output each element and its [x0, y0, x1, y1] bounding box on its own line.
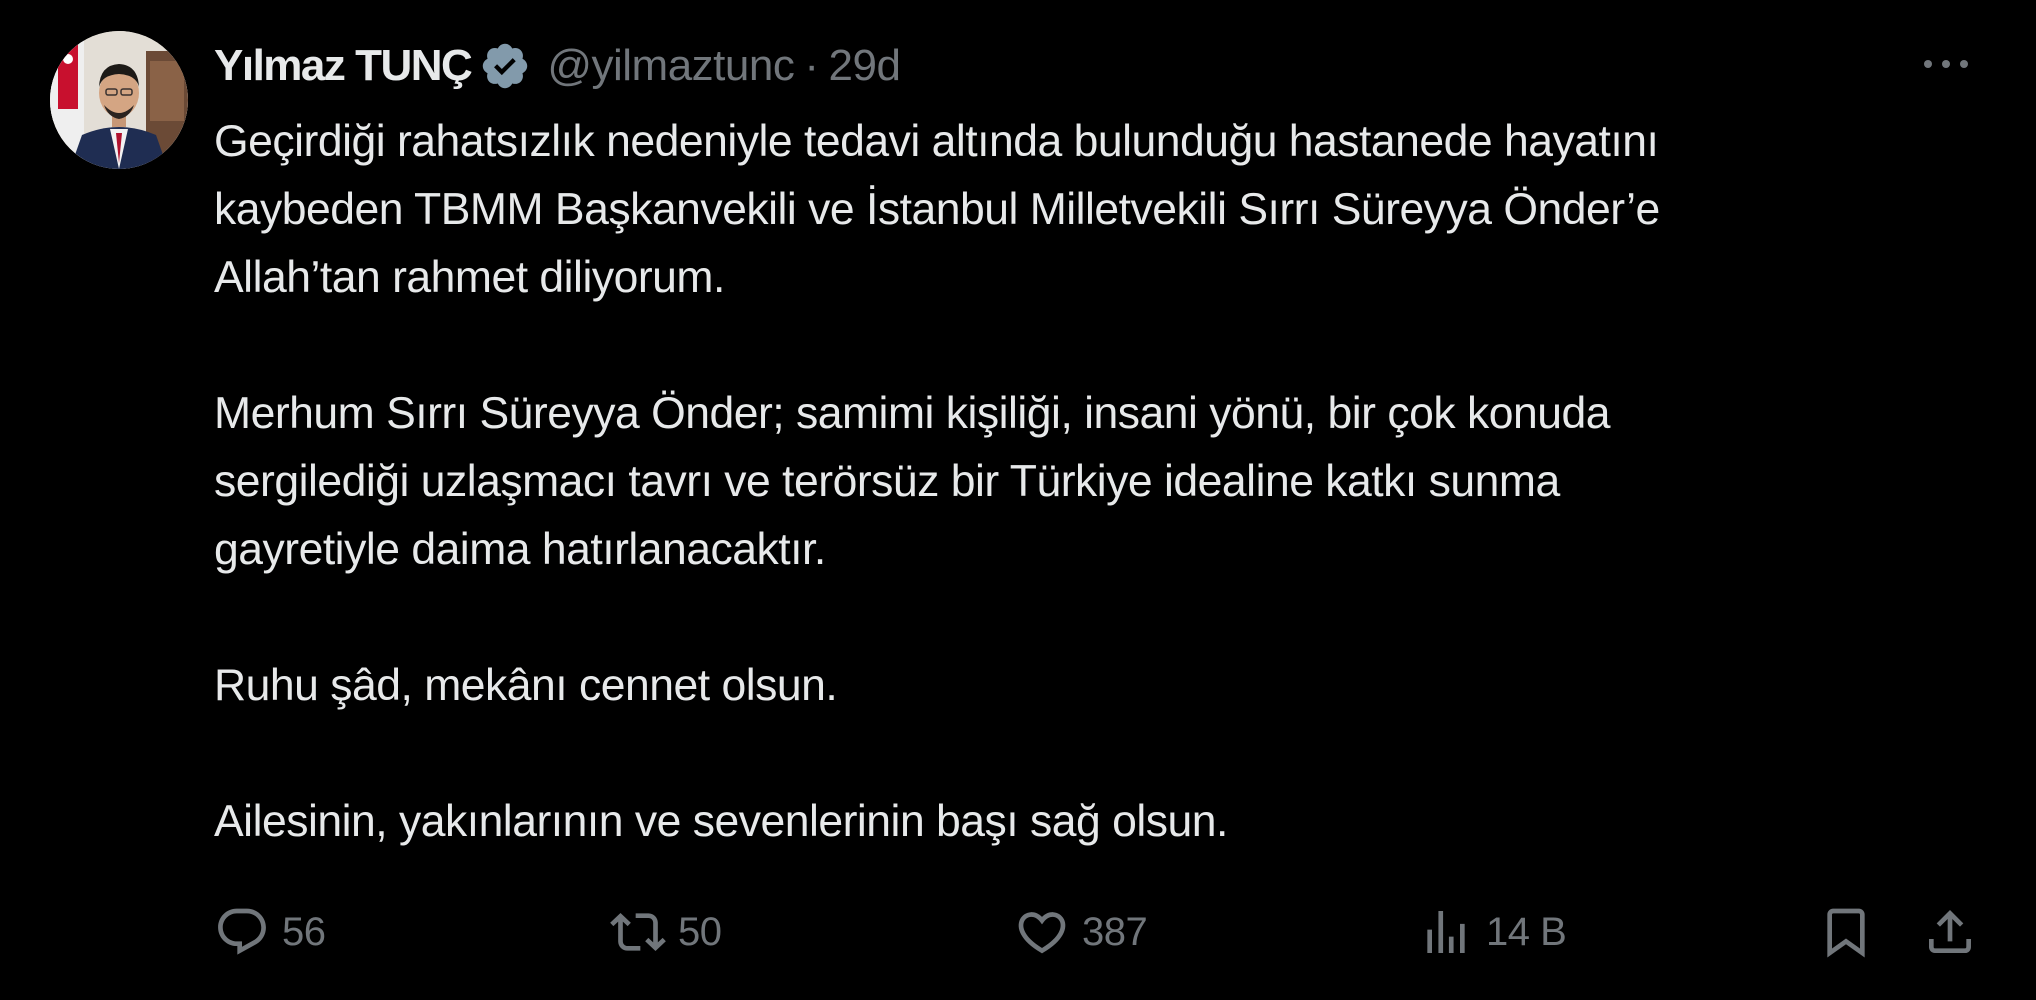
verified-badge-icon[interactable]	[479, 40, 531, 92]
bookmark-button[interactable]	[1818, 900, 1874, 964]
tweet-paragraph: Ruhu şâd, mekânı cennet olsun.	[214, 661, 838, 710]
avatar-image	[50, 31, 188, 169]
tweet-actions: 56 50 387 14 B	[214, 900, 1994, 964]
views-count: 14 B	[1486, 909, 1567, 954]
avatar[interactable]	[50, 31, 188, 169]
tweet-text: Geçirdiği rahatsızlık nedeniyle tedavi a…	[214, 108, 2004, 856]
bookmark-icon	[1818, 904, 1874, 960]
share-icon	[1922, 904, 1978, 960]
like-button[interactable]: 387	[1014, 900, 1148, 964]
author-display-name[interactable]: Yılmaz TUNÇ	[214, 41, 473, 91]
repost-count: 50	[678, 909, 722, 954]
reply-icon	[214, 904, 270, 960]
more-icon[interactable]	[1918, 40, 1974, 88]
tweet-paragraph: Merhum Sırrı Süreyya Önder; samimi kişil…	[214, 389, 1610, 574]
repost-button[interactable]: 50	[610, 900, 722, 964]
like-count: 387	[1082, 909, 1148, 954]
author-handle[interactable]: @yilmaztunc	[547, 41, 795, 91]
separator-dot: ·	[804, 41, 819, 90]
reply-button[interactable]: 56	[214, 900, 326, 964]
tweet-timestamp[interactable]: 29d	[829, 41, 901, 91]
reply-count: 56	[282, 909, 326, 954]
heart-icon	[1014, 904, 1070, 960]
views-icon	[1418, 904, 1474, 960]
views-button[interactable]: 14 B	[1418, 900, 1567, 964]
share-button[interactable]	[1922, 900, 1978, 964]
tweet-paragraph: Ailesinin, yakınlarının ve sevenlerinin …	[214, 797, 1228, 846]
tweet-header: Yılmaz TUNÇ @yilmaztunc · 29d	[214, 36, 901, 96]
tweet-paragraph: Geçirdiği rahatsızlık nedeniyle tedavi a…	[214, 117, 1660, 302]
tweet[interactable]: Yılmaz TUNÇ @yilmaztunc · 29d Geçirdiği …	[0, 0, 2036, 1000]
repost-icon	[610, 904, 666, 960]
